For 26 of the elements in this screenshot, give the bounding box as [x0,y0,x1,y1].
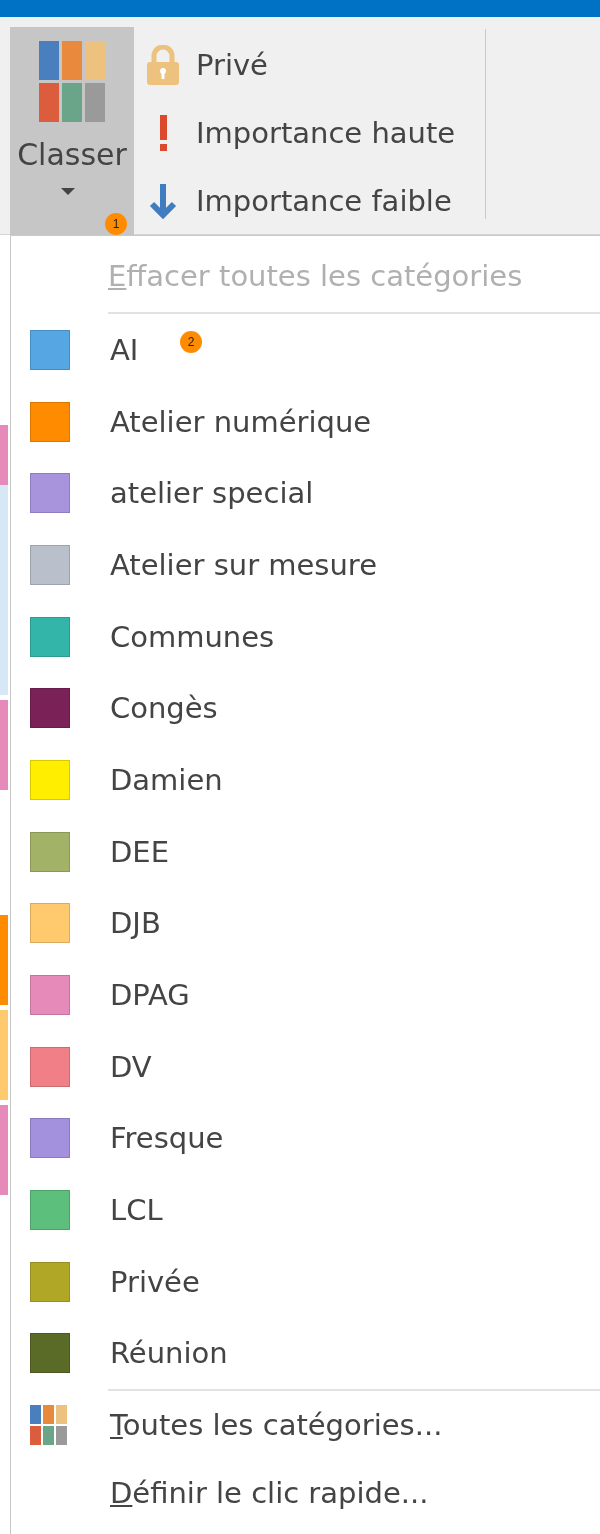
ribbon-item[interactable]: Importance faible [146,181,456,221]
category-item[interactable]: Congès [11,672,228,745]
menu-item[interactable]: Définir le clic rapide... [11,1459,600,1528]
category-item[interactable]: DEE [11,815,179,888]
category-item[interactable]: LCL [11,1174,173,1246]
menu-item[interactable]: Toutes les catégories... [11,1391,600,1460]
category-item[interactable]: Réunion [11,1317,238,1390]
category-item[interactable]: Atelier numérique [11,385,382,458]
category-item[interactable]: Damien [11,744,233,816]
step-badge: 2 [180,331,202,353]
category-item[interactable]: Atelier sur mesure [11,529,387,601]
category-item[interactable]: Privée [11,1245,210,1318]
ribbon-item[interactable]: Importance haute [146,113,456,153]
category-item[interactable]: AI [11,314,149,386]
category-item[interactable]: Fresque [11,1102,234,1175]
category-grid-icon [39,41,105,123]
lock-icon [146,45,180,85]
category-item[interactable]: atelier special [11,457,324,530]
ribbon-item[interactable]: Privé [146,45,456,85]
category-item[interactable]: DJB [11,887,171,960]
exclamation-icon [160,115,167,151]
caret-icon [61,188,75,196]
category-item[interactable]: DV [11,1030,162,1103]
category-item[interactable]: Communes [11,600,285,673]
category-item[interactable]: DPAG [11,959,200,1031]
category-grid-icon [30,1405,68,1446]
